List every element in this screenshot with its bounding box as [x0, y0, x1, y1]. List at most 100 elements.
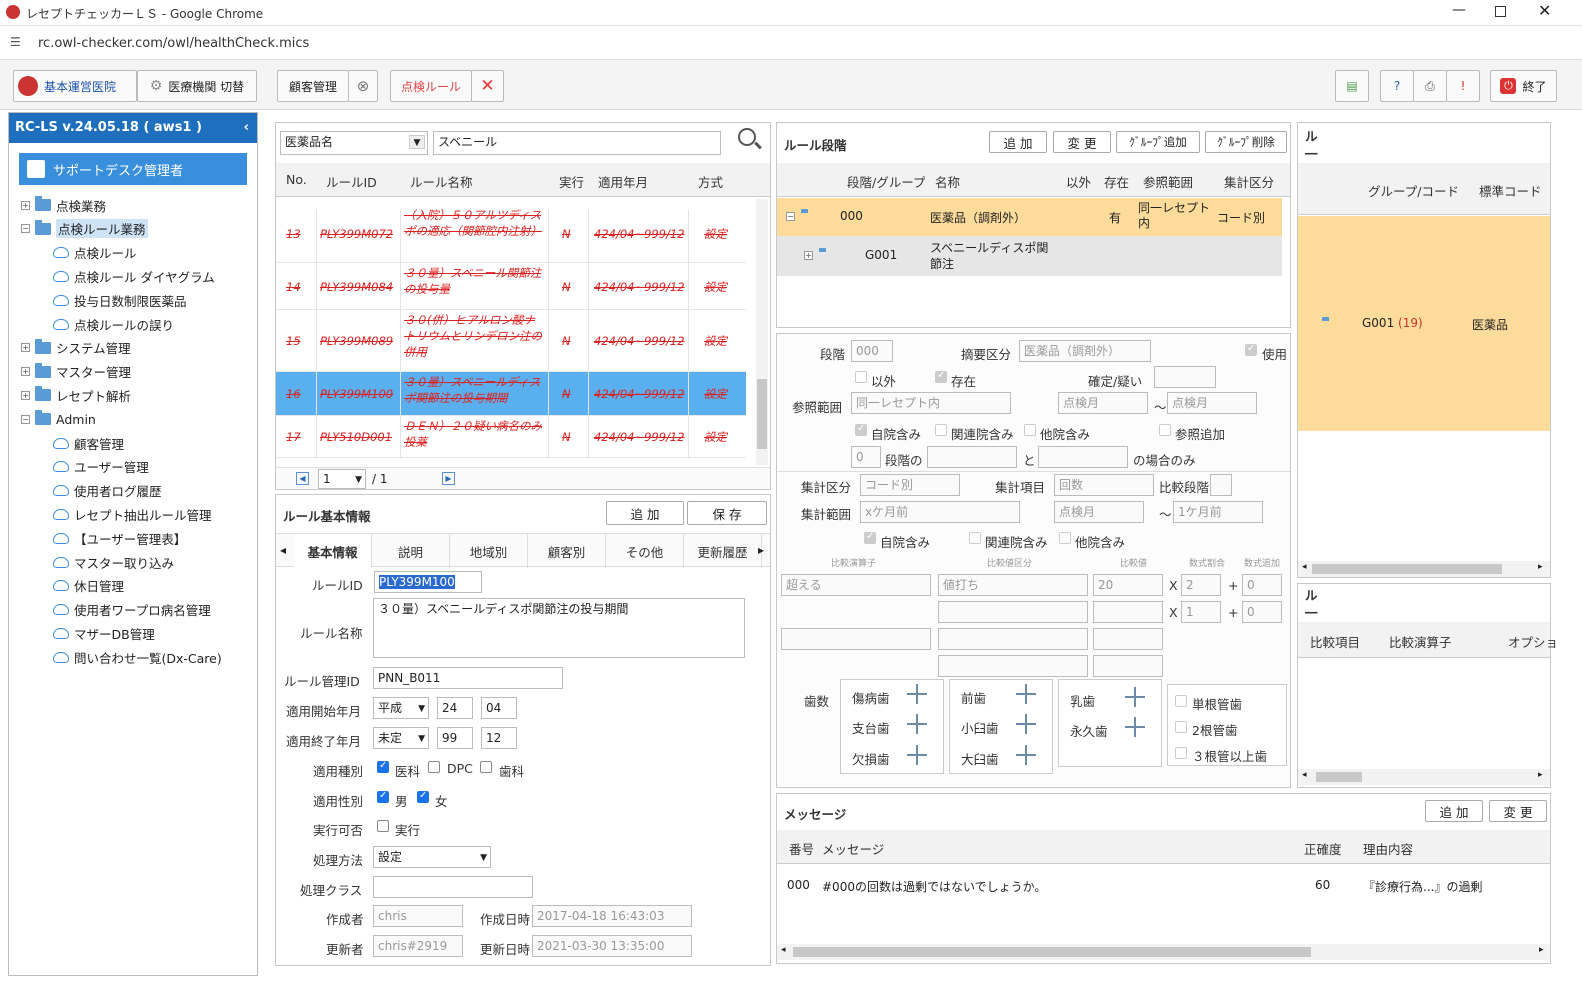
table-row[interactable]: 16 PLY399M100 ３０量）スベニールディスポ関節注の投与期間 N 424/04…	[276, 372, 746, 416]
sidebar-item[interactable]: 問い合わせ一覧(Dx-Care)	[53, 647, 222, 667]
tab-description[interactable]: 説明	[372, 534, 450, 568]
close-customer-tab-icon[interactable]: ⊗	[348, 70, 378, 102]
group-row[interactable]: + G001 スベニールディスポ関節注	[777, 236, 1282, 276]
scroll-right-icon[interactable]: ▸	[1538, 770, 1543, 780]
expand-icon[interactable]: +	[21, 343, 30, 353]
exec-checkbox[interactable]	[377, 820, 389, 832]
stage-row[interactable]: − 000 医薬品（調剤外） 有 同一レセプト内 コード別	[777, 198, 1282, 236]
plus-icon[interactable]	[907, 684, 927, 704]
male-checkbox[interactable]	[377, 790, 389, 803]
sidebar-item[interactable]: 使用者ログ履歴	[53, 481, 162, 501]
tab-basic[interactable]: 基本情報	[294, 534, 372, 568]
rule-name-field[interactable]: ３０量）スベニールディスポ関節注の投与期間	[373, 598, 745, 658]
tab-region[interactable]: 地域別	[450, 534, 528, 568]
mgmt-id-field[interactable]: PNN_B011	[373, 667, 563, 689]
site-info-icon[interactable]: ☰	[10, 35, 21, 49]
table-row[interactable]: 17 PLY510D001 ＤＥＮ）２０疑い病名のみ投薬 N 424/04~999/12…	[276, 416, 746, 458]
end-year-field[interactable]: 99	[437, 727, 473, 749]
help-icon[interactable]: ?	[1380, 70, 1414, 102]
table-row[interactable]: 14 PLY399M084 ３０量）スベニール関節注の投与量 N 424/04~999/…	[276, 263, 746, 310]
scroll-left-icon[interactable]: ◂	[1302, 562, 1307, 572]
sidebar-item[interactable]: 点検ルールの誤り	[53, 314, 174, 334]
scroll-thumb[interactable]	[793, 947, 1311, 957]
expand-icon[interactable]: +	[21, 367, 30, 377]
sidebar-item[interactable]: 休日管理	[53, 576, 124, 596]
message-add-button[interactable]: 追 加	[1425, 800, 1483, 822]
expand-icon[interactable]: +	[804, 251, 813, 260]
sidebar-item[interactable]: − Admin	[21, 409, 96, 429]
collapse-icon[interactable]: −	[21, 414, 30, 424]
type-dpc-checkbox[interactable]	[428, 761, 440, 773]
female-checkbox[interactable]	[417, 790, 429, 803]
close-icon[interactable]: ✕	[1538, 1, 1551, 20]
group-add-button[interactable]: ｸﾞﾙｰﾌﾟ追加	[1116, 131, 1200, 153]
tab-prev-icon[interactable]: ◂	[280, 543, 286, 557]
sidebar-item[interactable]: 顧客管理	[53, 433, 124, 453]
sidebar-item[interactable]: − 点検ルール業務	[21, 219, 148, 239]
scroll-right-icon[interactable]: ▸	[1538, 562, 1543, 572]
expand-icon[interactable]: +	[21, 390, 30, 400]
plus-icon[interactable]	[1016, 714, 1036, 734]
horizontal-scrollbar[interactable]: ◂ ▸	[1298, 561, 1550, 577]
sidebar-item[interactable]: 点検ルール ダイヤグラム	[53, 266, 215, 286]
collapse-icon[interactable]: −	[21, 224, 30, 234]
basic-save-button[interactable]: 保 存	[687, 501, 767, 525]
alert-icon[interactable]: !	[1446, 70, 1480, 102]
start-year-field[interactable]: 24	[437, 697, 473, 719]
page-select[interactable]: 1 ▼	[318, 469, 366, 489]
table-row[interactable]: 15 PLY399M089 ３０(併）ヒアルロン酸ナトリウムとリンデロン注の併用 N 4…	[276, 310, 746, 372]
sidebar-item[interactable]: 投与日数制限医薬品	[53, 290, 187, 310]
group-code-row-2[interactable]	[1298, 364, 1550, 431]
sidebar-item[interactable]: + 点検業務	[21, 195, 106, 215]
collapse-icon[interactable]: −	[786, 212, 795, 221]
search-input[interactable]: スベニール	[433, 131, 721, 155]
sidebar-item[interactable]: レセプト抽出ルール管理	[53, 504, 212, 524]
plus-icon[interactable]	[1125, 717, 1145, 737]
class-field[interactable]	[373, 876, 533, 898]
sidebar-item[interactable]: 使用者ワープロ病名管理	[53, 600, 211, 620]
basic-add-button[interactable]: 追 加	[606, 501, 684, 525]
message-row[interactable]: 000 #000の回数は過剰ではないでしょうか。 60 『診療行為...』の過剰	[777, 872, 1550, 898]
plus-icon[interactable]	[1125, 687, 1145, 707]
scroll-left-icon[interactable]: ◂	[1302, 770, 1307, 780]
customer-tab[interactable]: 顧客管理	[277, 70, 349, 102]
sidebar-item[interactable]: ユーザー管理	[53, 457, 149, 477]
end-era-select[interactable]: 未定 ▼	[373, 727, 429, 749]
address-bar[interactable]: ☰ rc.owl-checker.com/owl/healthCheck.mic…	[0, 26, 1582, 60]
tab-next-icon[interactable]: ▸	[758, 543, 764, 557]
scroll-thumb[interactable]	[1312, 564, 1502, 574]
url-text[interactable]: rc.owl-checker.com/owl/healthCheck.mics	[38, 36, 309, 51]
exit-button[interactable]: ⏻ 終了	[1490, 70, 1557, 102]
stage-add-button[interactable]: 追 加	[989, 131, 1047, 153]
tab-history[interactable]: 更新履歴	[684, 534, 762, 568]
scroll-thumb[interactable]	[1316, 772, 1362, 782]
sidebar-item[interactable]: + システム管理	[21, 338, 131, 358]
search-field-select[interactable]: 医薬品名 ▼	[280, 131, 428, 155]
tab-customer[interactable]: 顧客別	[528, 534, 606, 568]
sidebar-item[interactable]: + マスター管理	[21, 362, 131, 382]
group-code-row[interactable]: G001 (19) 医薬品	[1298, 216, 1550, 364]
scroll-thumb[interactable]	[757, 379, 767, 449]
tab-other[interactable]: その他	[606, 534, 684, 568]
expand-icon[interactable]: +	[21, 200, 30, 210]
layout-icon[interactable]: ▤	[1335, 70, 1369, 102]
start-era-select[interactable]: 平成 ▼	[373, 697, 429, 719]
sidebar-item[interactable]: + レセプト解析	[21, 385, 131, 405]
horizontal-scrollbar[interactable]: ◂ ▸	[1298, 769, 1550, 785]
plus-icon[interactable]	[907, 714, 927, 734]
start-month-field[interactable]: 04	[481, 697, 517, 719]
sidebar-item[interactable]: マザーDB管理	[53, 623, 155, 643]
table-row[interactable]: 13 PLY399M072 （入院）５０アルツディスポの適応（関節腔内注射） N 424…	[276, 209, 746, 263]
prev-page-icon[interactable]: ◀	[296, 472, 309, 485]
type-dent-checkbox[interactable]	[480, 761, 492, 773]
collapse-icon[interactable]: ‹	[244, 113, 249, 143]
rule-tab[interactable]: 点検ルール	[390, 70, 472, 102]
sidebar-item[interactable]: 点検ルール	[53, 243, 137, 263]
rule-id-field[interactable]: PLY399M100	[374, 571, 482, 593]
plus-icon[interactable]	[907, 745, 927, 765]
plus-icon[interactable]	[1016, 684, 1036, 704]
maximize-icon[interactable]	[1495, 6, 1506, 17]
scroll-right-icon[interactable]: ▸	[1539, 945, 1544, 955]
type-med-checkbox[interactable]	[377, 760, 389, 773]
switch-clinic-button[interactable]: ⚙ 医療機関 切替	[137, 70, 257, 102]
